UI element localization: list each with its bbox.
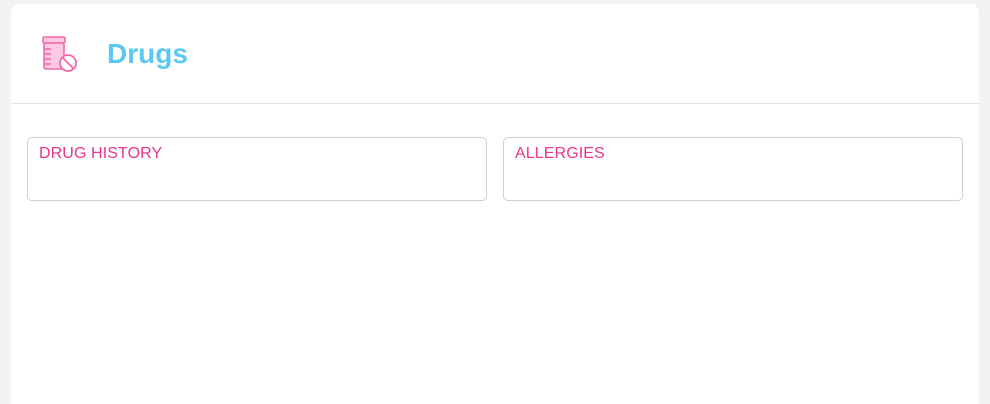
allergies-field[interactable]: ALLERGIES <box>503 137 963 201</box>
drugs-card: Drugs DRUG HISTORY ALLERGIES <box>11 4 979 404</box>
drugs-header: Drugs <box>11 4 979 104</box>
allergies-label: ALLERGIES <box>515 145 605 162</box>
drug-history-label: DRUG HISTORY <box>39 145 163 162</box>
drug-history-field[interactable]: DRUG HISTORY <box>27 137 487 201</box>
pill-bottle-prohibited-icon <box>40 35 80 75</box>
page-title: Drugs <box>107 38 188 69</box>
